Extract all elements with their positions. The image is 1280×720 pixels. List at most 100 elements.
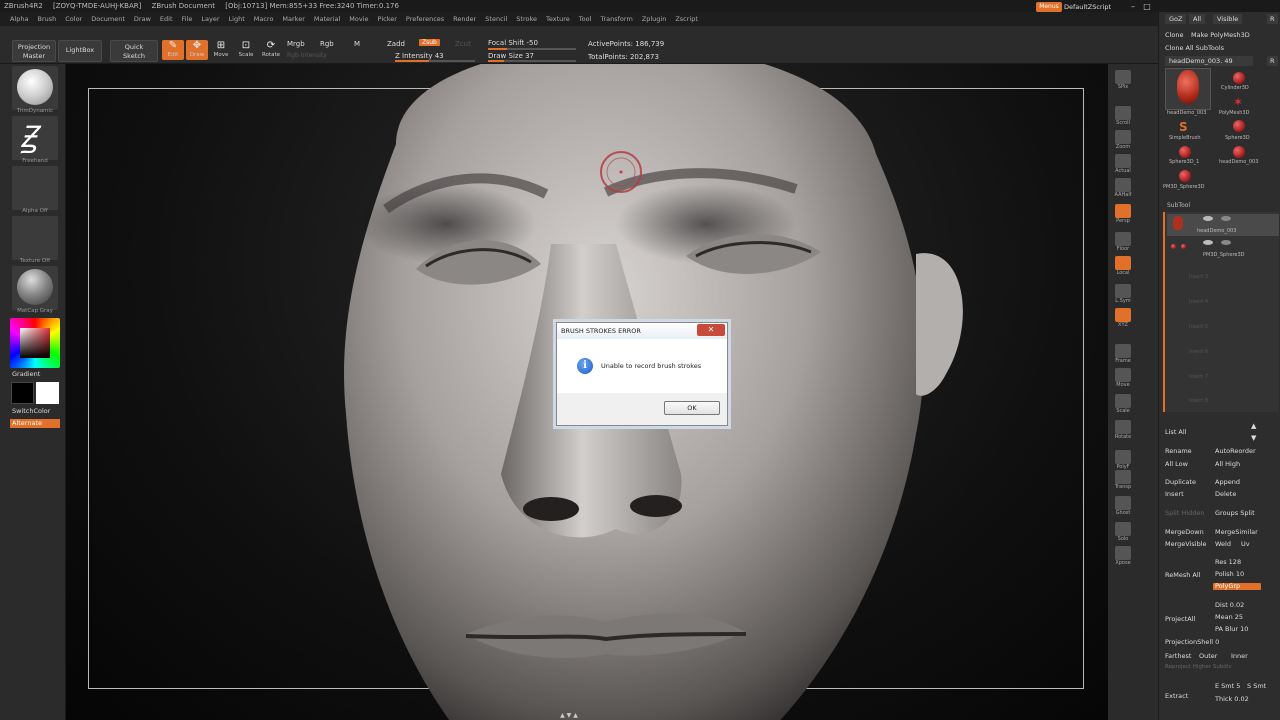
menu-material[interactable]: Material [314,15,340,23]
polymesh3d-icon[interactable]: ✶ [1233,96,1245,108]
shelf-xyz-button[interactable]: XYZ [1112,308,1134,330]
menu-picker[interactable]: Picker [378,15,397,23]
default-zscript-label[interactable]: DefaultZScript [1064,2,1111,12]
e-smt-slider[interactable]: E Smt 5 [1215,682,1240,690]
menu-tool[interactable]: Tool [579,15,592,23]
m-button[interactable]: M [354,40,360,48]
rename-button[interactable]: Rename [1165,447,1192,455]
menu-stroke[interactable]: Stroke [516,15,537,23]
inner-button[interactable]: Inner [1231,652,1248,660]
shelf-scroll-button[interactable]: Scroll [1112,106,1134,128]
scale-button[interactable]: ⊡ Scale [235,40,257,60]
draw-size-slider[interactable]: Draw Size 37 [488,52,534,60]
menu-stencil[interactable]: Stencil [485,15,507,23]
switch-color-button[interactable]: SwitchColor [12,407,62,415]
groups-split-button[interactable]: Groups Split [1215,509,1255,517]
remesh-all-button[interactable]: ReMesh All [1165,571,1200,579]
menu-edit[interactable]: Edit [160,15,173,23]
sphere3d-icon[interactable] [1233,120,1245,132]
zsub-button[interactable]: Zsub [419,39,440,46]
shelf-solo-button[interactable]: Solo [1112,522,1134,544]
r-button-2[interactable]: R [1267,56,1278,66]
focal-shift-track[interactable] [488,48,576,50]
alpha-slot[interactable] [12,166,58,210]
maximize-icon[interactable]: □ [1142,2,1152,11]
res-slider[interactable]: Res 128 [1215,558,1241,566]
shelf-frame-button[interactable]: Frame [1112,344,1134,366]
menu-alpha[interactable]: Alpha [10,15,28,23]
secondary-color-swatch[interactable] [36,382,59,404]
uv-button[interactable]: Uv [1241,540,1250,548]
rotate-button[interactable]: ⟳ Rotate [260,40,282,60]
all-low-button[interactable]: All Low [1165,460,1188,468]
z-intensity-track[interactable] [395,60,475,62]
menu-zplugin[interactable]: Zplugin [642,15,667,23]
simplebrush-icon[interactable]: S [1179,120,1191,134]
color-picker-square[interactable] [20,328,50,358]
polish-slider[interactable]: Polish 10 [1215,570,1244,578]
menu-brush[interactable]: Brush [37,15,56,23]
menu-render[interactable]: Render [453,15,476,23]
split-hidden-button[interactable]: Split Hidden [1165,509,1205,517]
move-button[interactable]: ⊞ Move [210,40,232,60]
menu-macro[interactable]: Macro [254,15,274,23]
shelf-xpose-button[interactable]: Xpose [1112,546,1134,568]
insert-button[interactable]: Insert [1165,490,1184,498]
menu-draw[interactable]: Draw [134,15,151,23]
delete-button[interactable]: Delete [1215,490,1236,498]
clone-button[interactable]: Clone [1165,31,1183,39]
minimize-icon[interactable]: – [1128,2,1138,11]
menu-preferences[interactable]: Preferences [406,15,444,23]
farthest-button[interactable]: Farthest [1165,652,1191,660]
project-all-button[interactable]: ProjectAll [1165,615,1195,623]
zcut-button[interactable]: Zcut [455,40,471,48]
shelf-local-button[interactable]: Local [1112,256,1134,278]
shelf-persp-button[interactable]: Persp [1112,204,1134,226]
quick-sketch-button[interactable]: Quick Sketch [110,40,158,62]
shelf-spix-button[interactable]: SPix [1112,70,1134,92]
shelf-transp-button[interactable]: Transp [1112,470,1134,492]
extract-button[interactable]: Extract [1165,692,1188,700]
gradient-label[interactable]: Gradient [12,370,62,378]
menu-transform[interactable]: Transform [600,15,632,23]
menu-texture[interactable]: Texture [546,15,570,23]
mrgb-button[interactable]: Mrgb [287,40,305,48]
shelf-rotate-button[interactable]: Rotate [1112,420,1134,442]
subtool-row-1[interactable]: PM3D_Sphere3D [1167,238,1279,260]
primary-color-swatch[interactable] [11,382,34,404]
subtool-row-0[interactable]: headDemo_003 [1167,214,1279,236]
color-picker[interactable] [10,318,60,368]
stroke-slot[interactable]: Ꙃ [12,116,58,160]
projection-shell-slider[interactable]: ProjectionShell 0 [1165,638,1219,646]
pm3d-sphere3d-icon[interactable] [1179,170,1191,182]
menu-marker[interactable]: Marker [282,15,304,23]
menu-movie[interactable]: Movie [349,15,368,23]
r-button[interactable]: R [1267,14,1278,24]
edit-button[interactable]: ✎ Edit [162,40,184,60]
shelf-aahalf-button[interactable]: AAHalf [1112,178,1134,200]
shelf-scale-button[interactable]: Scale [1112,394,1134,416]
clone-all-subtools-button[interactable]: Clone All SubTools [1165,44,1224,52]
reproject-higher-subdiv-button[interactable]: Reproject Higher Subdiv [1165,664,1232,670]
rgb-button[interactable]: Rgb [320,40,334,48]
polygrp-toggle[interactable]: PolyGrp [1213,582,1261,590]
shelf-lsym-button[interactable]: L.Sym [1112,284,1134,306]
goz-button[interactable]: GoZ [1165,14,1187,24]
list-all-button[interactable]: List All [1165,428,1187,436]
merge-down-button[interactable]: MergeDown [1165,528,1204,536]
menu-light[interactable]: Light [229,15,245,23]
merge-similar-button[interactable]: MergeSimilar [1215,528,1258,536]
s-smt-slider[interactable]: S Smt [1247,682,1266,690]
material-slot[interactable] [12,266,58,310]
subtool-title[interactable]: SubTool [1167,202,1190,209]
dialog-close-button[interactable]: ✕ [697,324,725,336]
subtool-eye-icon-2[interactable] [1203,240,1213,245]
menu-color[interactable]: Color [65,15,82,23]
menu-file[interactable]: File [182,15,193,23]
menus-button[interactable]: Menus [1036,2,1062,12]
lightbox-button[interactable]: LightBox [58,40,102,62]
all-button[interactable]: All [1189,14,1206,24]
mean-slider[interactable]: Mean 25 [1215,613,1243,621]
weld-button[interactable]: Weld [1215,540,1231,548]
subtool-polypaint-icon[interactable] [1221,216,1231,221]
